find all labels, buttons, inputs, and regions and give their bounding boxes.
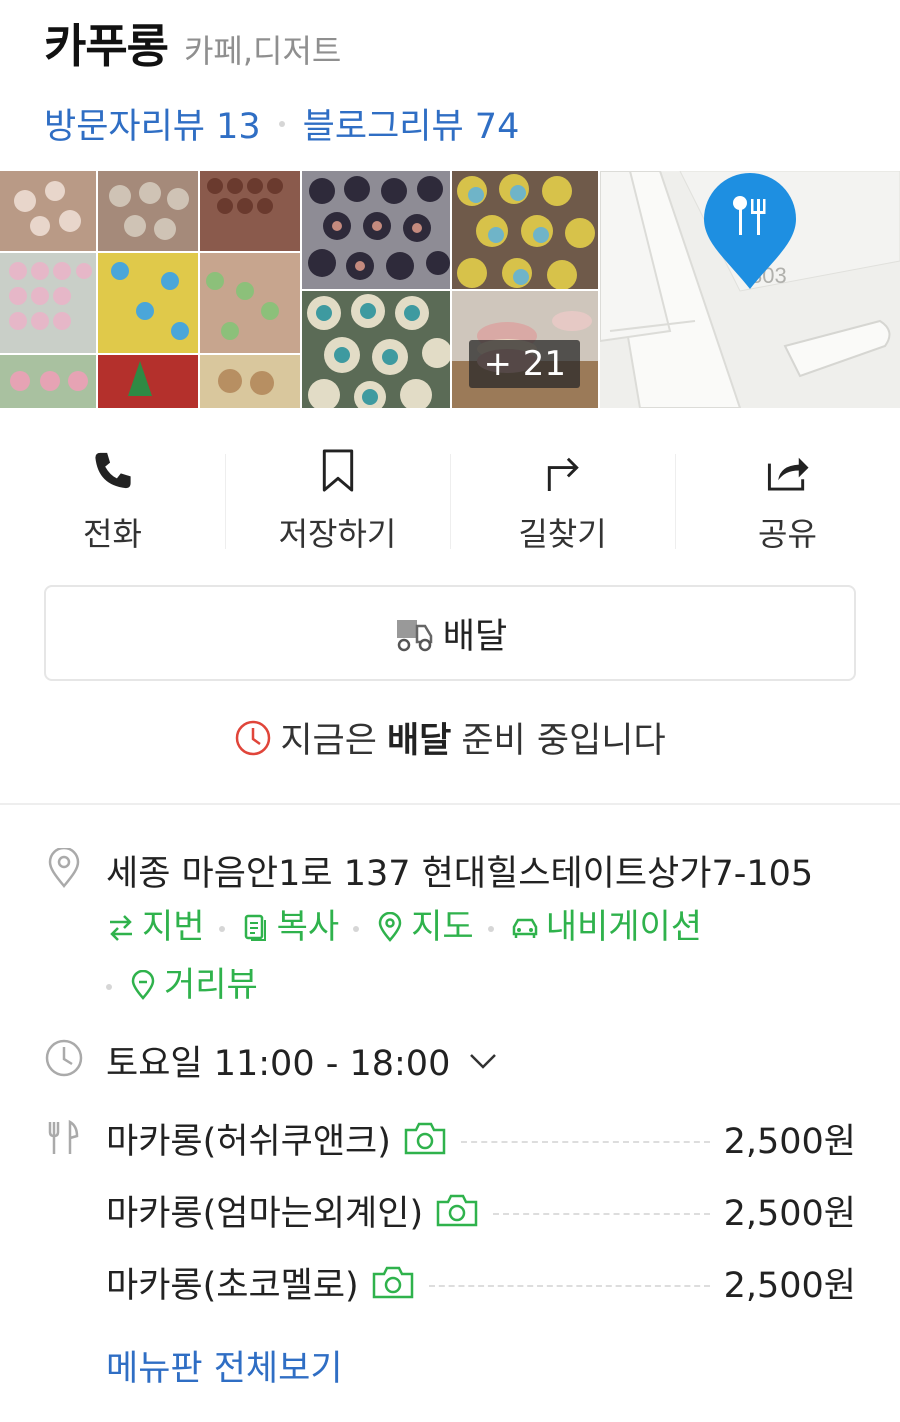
- phone-icon: [94, 452, 131, 489]
- menu-item[interactable]: 마카롱(초코멜로) 2,500원: [106, 1256, 856, 1308]
- separator-dot: [353, 925, 360, 932]
- share-label: 공유: [758, 515, 817, 553]
- fork-knife-icon: [48, 1119, 79, 1154]
- hours-text: 토요일 11:00 - 18:00: [106, 1044, 451, 1084]
- clock-icon: [45, 1039, 83, 1077]
- jibun-label: 지번: [142, 907, 205, 947]
- directions-label: 길찾기: [518, 515, 607, 553]
- call-label: 전화: [83, 515, 142, 553]
- section-divider: [0, 803, 900, 805]
- save-label: 저장하기: [278, 515, 397, 553]
- copy-link[interactable]: 복사: [241, 900, 340, 954]
- separator-dot: [278, 120, 285, 127]
- share-button[interactable]: 공유: [675, 440, 900, 555]
- delivery-scooter-icon: [396, 620, 433, 652]
- menu-item-price: 2,500원: [723, 1265, 856, 1306]
- leader-dots: [428, 1285, 710, 1287]
- status-bold: 배달: [386, 721, 452, 761]
- menu-item-price: 2,500원: [723, 1121, 856, 1162]
- blog-reviews-link[interactable]: 블로그리뷰 74: [303, 98, 520, 149]
- map-thumbnail[interactable]: 803: [600, 171, 900, 408]
- navigation-link[interactable]: 내비게이션: [510, 900, 702, 954]
- camera-icon: [372, 1266, 413, 1299]
- location-pin-icon: [48, 848, 80, 888]
- place-category: 카페,디저트: [183, 32, 342, 70]
- address-text: 세종 마음안1로 137 현대힐스테이트상가7-105: [106, 854, 814, 894]
- photo-3[interactable]: [452, 171, 598, 289]
- car-icon: [512, 918, 537, 938]
- photo-4[interactable]: [302, 291, 450, 408]
- map-link[interactable]: 지도: [375, 900, 474, 954]
- place-header: 카푸롱 카페,디저트 방문자리뷰 13 블로그리뷰 74: [44, 10, 880, 149]
- separator-dot: [106, 983, 112, 990]
- separator-dot: [218, 925, 225, 932]
- delivery-status: 지금은 배달 준비 중입니다: [0, 712, 900, 763]
- call-button[interactable]: 전화: [0, 440, 225, 555]
- status-prefix: 지금은: [280, 721, 377, 761]
- street-view-icon: [131, 970, 155, 1000]
- share-icon: [767, 457, 809, 491]
- menu-item-name: 마카롱(초코멜로): [106, 1265, 359, 1306]
- chevron-down-icon: [470, 1053, 497, 1069]
- photo-2[interactable]: [302, 171, 450, 289]
- directions-icon: [547, 457, 579, 492]
- bookmark-icon: [322, 449, 353, 492]
- visitor-reviews-link[interactable]: 방문자리뷰 13: [44, 98, 261, 149]
- menu-item[interactable]: 마카롱(허쉬쿠앤크) 2,500원: [106, 1112, 856, 1164]
- map-label: 지도: [411, 907, 474, 947]
- menu-item-price: 2,500원: [723, 1193, 856, 1234]
- status-suffix: 준비 중입니다: [461, 721, 666, 761]
- business-hours[interactable]: 토요일 11:00 - 18:00: [106, 1035, 498, 1086]
- leader-dots: [493, 1213, 710, 1215]
- leader-dots: [460, 1141, 710, 1143]
- place-name: 카푸롱: [44, 19, 169, 73]
- copy-label: 복사: [276, 907, 340, 947]
- camera-icon: [404, 1122, 446, 1155]
- address-links: 지번 복사 지도 내비게이션 거리뷰: [106, 900, 866, 1016]
- clock-alert-icon: [236, 720, 271, 755]
- menu-item[interactable]: 마카롱(엄마는외계인) 2,500원: [106, 1184, 856, 1236]
- street-view-label: 거리뷰: [164, 965, 258, 1005]
- separator-dot: [487, 925, 494, 932]
- delivery-button[interactable]: 배달: [44, 585, 856, 681]
- menu-item-name: 마카롱(허쉬쿠앤크): [106, 1121, 391, 1162]
- directions-button[interactable]: 길찾기: [450, 440, 675, 555]
- more-photos-count: + 21: [469, 340, 580, 388]
- map-pin-icon: [378, 912, 402, 942]
- photo-5-more[interactable]: + 21: [452, 291, 598, 408]
- action-bar: 전화 저장하기 길찾기 공유: [0, 440, 900, 555]
- menu-item-name: 마카롱(엄마는외계인): [106, 1193, 424, 1234]
- camera-icon: [436, 1194, 478, 1227]
- street-view-link[interactable]: 거리뷰: [128, 958, 258, 1012]
- photo-collage[interactable]: [0, 171, 300, 408]
- navigation-label: 내비게이션: [545, 907, 703, 947]
- delivery-label: 배달: [442, 616, 508, 657]
- swap-arrows-icon: [110, 915, 132, 941]
- copy-icon: [244, 914, 266, 941]
- save-button[interactable]: 저장하기: [225, 440, 450, 555]
- jibun-link[interactable]: 지번: [106, 900, 205, 954]
- view-full-menu-link[interactable]: 메뉴판 전체보기: [106, 1340, 343, 1391]
